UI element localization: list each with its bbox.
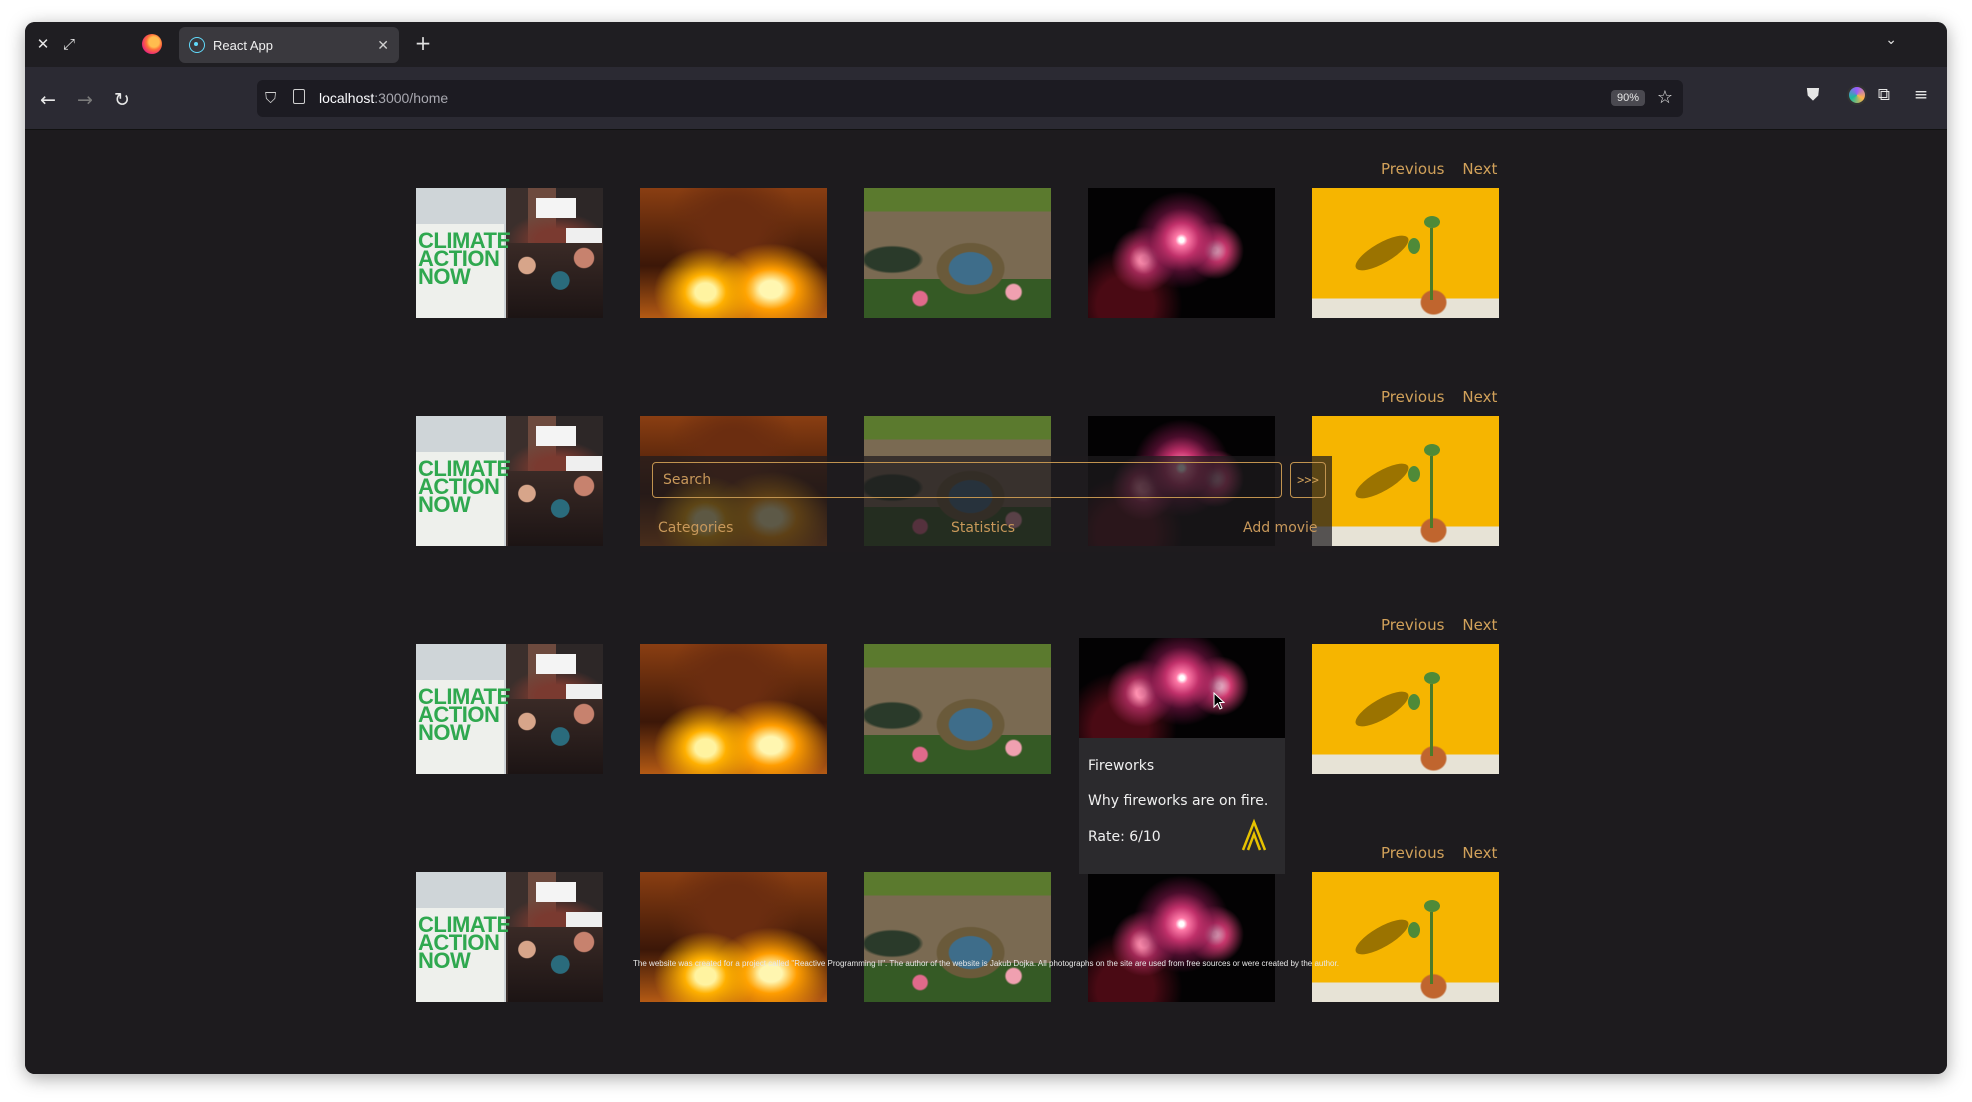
chevron-up-icon[interactable] — [1239, 818, 1269, 852]
plant-sprout-image[interactable] — [1312, 188, 1499, 318]
climate-protest-image[interactable]: CLIMATE ACTION NOW — [416, 188, 603, 318]
next-button[interactable]: Next — [1462, 616, 1497, 634]
fullscreen-icon[interactable]: ⤢ — [57, 32, 81, 56]
hobbit-house-image[interactable] — [864, 872, 1051, 1002]
tab-close-icon[interactable]: ✕ — [377, 37, 389, 54]
previous-button[interactable]: Previous — [1381, 388, 1444, 406]
fire-explosion-image[interactable] — [640, 644, 827, 774]
extensions-icon[interactable]: ⧉ — [1872, 85, 1896, 105]
search-submit-button[interactable]: >>> — [1290, 462, 1326, 498]
climate-protest-image[interactable]: CLIMATE ACTION NOW — [416, 872, 603, 1002]
climate-sign: CLIMATE ACTION NOW — [416, 680, 511, 774]
card-description: Why fireworks are on fire. — [1088, 793, 1269, 809]
previous-button[interactable]: Previous — [1381, 160, 1444, 178]
page-info-icon[interactable] — [293, 89, 305, 104]
fireworks-image — [1079, 638, 1285, 738]
card-title: Fireworks — [1088, 758, 1155, 774]
plant-sprout-image[interactable] — [1312, 872, 1499, 1002]
back-icon[interactable]: ← — [35, 87, 61, 113]
tracking-protection-icon[interactable]: ⛉ — [265, 89, 281, 107]
row-2-pager: Previous Next — [1381, 388, 1497, 406]
climate-protest-image[interactable]: CLIMATE ACTION NOW — [416, 644, 603, 774]
new-tab-icon[interactable]: + — [410, 31, 436, 55]
movie-hover-card[interactable]: Fireworks Why fireworks are on fire. Rat… — [1079, 638, 1285, 874]
tab-title: React App — [213, 37, 273, 53]
previous-button[interactable]: Previous — [1381, 616, 1444, 634]
app-menu-icon[interactable]: ≡ — [1909, 85, 1933, 105]
plant-sprout-image[interactable] — [1312, 416, 1499, 546]
forward-icon[interactable]: → — [72, 87, 98, 113]
climate-protest-image[interactable]: CLIMATE ACTION NOW — [416, 416, 603, 546]
search-menu-overlay: >>> Categories Statistics Add movie — [640, 456, 1332, 552]
add-movie-link[interactable]: Add movie — [1243, 520, 1318, 536]
page-content: Previous Next CLIMATE ACTION NOW Previous … — [25, 130, 1947, 1074]
fireworks-image[interactable] — [1088, 872, 1275, 1002]
zoom-level-badge[interactable]: 90% — [1610, 90, 1645, 106]
hobbit-house-image[interactable] — [864, 188, 1051, 318]
hobbit-house-image[interactable] — [864, 644, 1051, 774]
mouse-cursor-icon — [1213, 692, 1225, 710]
firefox-view-icon[interactable] — [142, 34, 162, 54]
navigation-bar: ← → ↻ ⛉ localhost:3000/home 90% ☆ ⛊ ⧉ ≡ — [25, 67, 1947, 130]
next-button[interactable]: Next — [1462, 388, 1497, 406]
card-rating: Rate: 6/10 — [1088, 829, 1161, 845]
climate-sign: CLIMATE ACTION NOW — [416, 224, 511, 318]
fire-explosion-image[interactable] — [640, 188, 827, 318]
close-window-icon[interactable]: ✕ — [31, 32, 55, 56]
bookmark-star-icon[interactable]: ☆ — [1657, 87, 1673, 108]
categories-link[interactable]: Categories — [658, 520, 733, 536]
previous-button[interactable]: Previous — [1381, 844, 1444, 862]
reload-icon[interactable]: ↻ — [109, 87, 135, 113]
climate-sign: CLIMATE ACTION NOW — [416, 452, 511, 546]
row-4-pager: Previous Next — [1381, 844, 1497, 862]
next-button[interactable]: Next — [1462, 844, 1497, 862]
row-3-pager: Previous Next — [1381, 616, 1497, 634]
statistics-link[interactable]: Statistics — [951, 520, 1015, 536]
url-bar[interactable]: ⛉ localhost:3000/home 90% ☆ — [257, 80, 1683, 117]
row-1-pager: Previous Next — [1381, 160, 1497, 178]
next-button[interactable]: Next — [1462, 160, 1497, 178]
browser-window: ✕ ⤢ React App ✕ + ⌄ ← → ↻ ⛉ localhost:30… — [25, 22, 1947, 1074]
climate-sign: CLIMATE ACTION NOW — [416, 908, 511, 1002]
react-favicon-icon — [189, 37, 205, 53]
list-all-tabs-icon[interactable]: ⌄ — [1885, 32, 1897, 48]
tab-bar: ✕ ⤢ React App ✕ + ⌄ — [25, 22, 1947, 67]
account-avatar[interactable] — [1847, 85, 1867, 105]
search-input[interactable] — [652, 462, 1282, 498]
url-text[interactable]: localhost:3000/home — [319, 90, 448, 106]
footer-text: The website was created for a project ca… — [633, 959, 1339, 968]
pocket-icon[interactable]: ⛊ — [1801, 85, 1825, 105]
fire-explosion-image[interactable] — [640, 872, 827, 1002]
plant-sprout-image[interactable] — [1312, 644, 1499, 774]
tab-react-app[interactable]: React App ✕ — [179, 27, 399, 63]
fireworks-image[interactable] — [1088, 188, 1275, 318]
